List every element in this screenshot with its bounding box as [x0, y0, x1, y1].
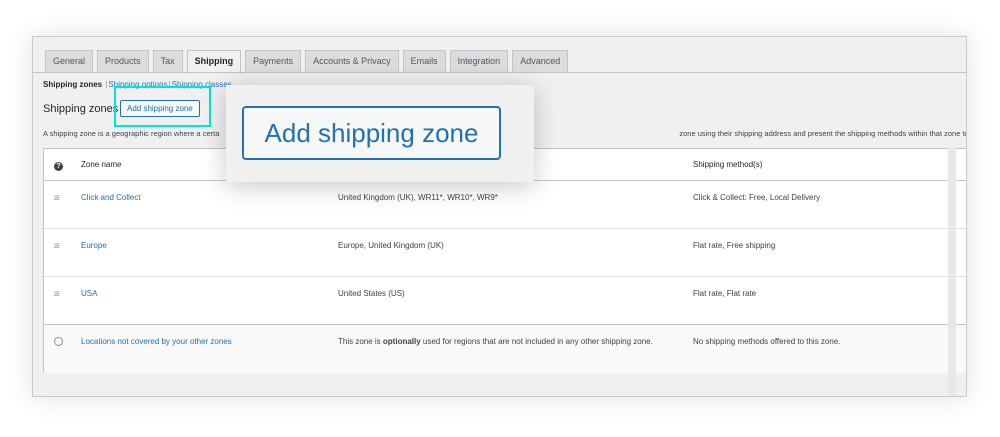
help-icon[interactable]: ? [54, 160, 63, 171]
fallback-region-text: used for regions that are not included i… [420, 337, 653, 346]
drag-handle-icon[interactable]: ≡ [54, 241, 60, 252]
zoom-callout: Add shipping zone [226, 85, 534, 182]
zone-name-link[interactable]: Click and Collect [81, 193, 141, 202]
zone-methods: Flat rate, Flat rate [693, 289, 757, 298]
column-zone-name: Zone name [81, 160, 122, 169]
zone-name-link[interactable]: USA [81, 289, 97, 298]
zone-region: Europe, United Kingdom (UK) [338, 241, 444, 250]
description-end: zone using their shipping address and pr… [679, 129, 967, 138]
globe-icon [54, 337, 63, 349]
zone-methods: Flat rate, Free shipping [693, 241, 776, 250]
zone-region: United Kingdom (UK), WR11*, WR10*, WR9* [338, 193, 498, 202]
tab-shipping[interactable]: Shipping [186, 50, 242, 74]
zone-region: United States (US) [338, 289, 405, 298]
column-shipping-methods: Shipping method(s) [693, 160, 763, 169]
zone-name-link[interactable]: Europe [81, 241, 107, 250]
tab-advanced[interactable]: Advanced [512, 50, 569, 73]
page-title: Shipping zones [43, 103, 119, 115]
description-start: A shipping zone is a geographic region w… [43, 129, 220, 138]
tab-tax[interactable]: Tax [152, 50, 183, 73]
tab-general[interactable]: General [45, 50, 94, 73]
tab-accounts-privacy[interactable]: Accounts & Privacy [305, 50, 399, 73]
drag-handle-icon[interactable]: ≡ [54, 193, 60, 204]
table-row: ≡ Europe Europe, United Kingdom (UK) Fla… [44, 229, 966, 277]
settings-tabs: General Products Tax Shipping Payments A… [45, 50, 569, 74]
fallback-region-emphasis: optionally [382, 337, 421, 346]
table-row-fallback: Locations not covered by your other zone… [44, 325, 966, 373]
drag-handle-icon[interactable]: ≡ [54, 289, 60, 300]
fallback-zone-region: This zone is optionally used for regions… [338, 337, 653, 346]
subnav-shipping-zones[interactable]: Shipping zones [43, 80, 102, 89]
add-shipping-zone-button-zoomed[interactable]: Add shipping zone [242, 106, 501, 160]
tab-products[interactable]: Products [97, 50, 149, 73]
tabs-divider [33, 72, 966, 73]
scrollbar[interactable] [948, 148, 956, 396]
table-row: ≡ USA United States (US) Flat rate, Flat… [44, 277, 966, 325]
button-highlight-box [114, 86, 211, 127]
tab-emails[interactable]: Emails [402, 50, 446, 73]
fallback-zone-link[interactable]: Locations not covered by your other zone… [81, 337, 232, 346]
zone-methods: Click & Collect: Free, Local Delivery [693, 193, 821, 202]
tab-integration[interactable]: Integration [449, 50, 509, 73]
fallback-region-text: This zone is [338, 337, 383, 346]
tab-payments[interactable]: Payments [245, 50, 302, 73]
table-row: ≡ Click and Collect United Kingdom (UK),… [44, 181, 966, 229]
fallback-zone-methods: No shipping methods offered to this zone… [693, 337, 841, 346]
